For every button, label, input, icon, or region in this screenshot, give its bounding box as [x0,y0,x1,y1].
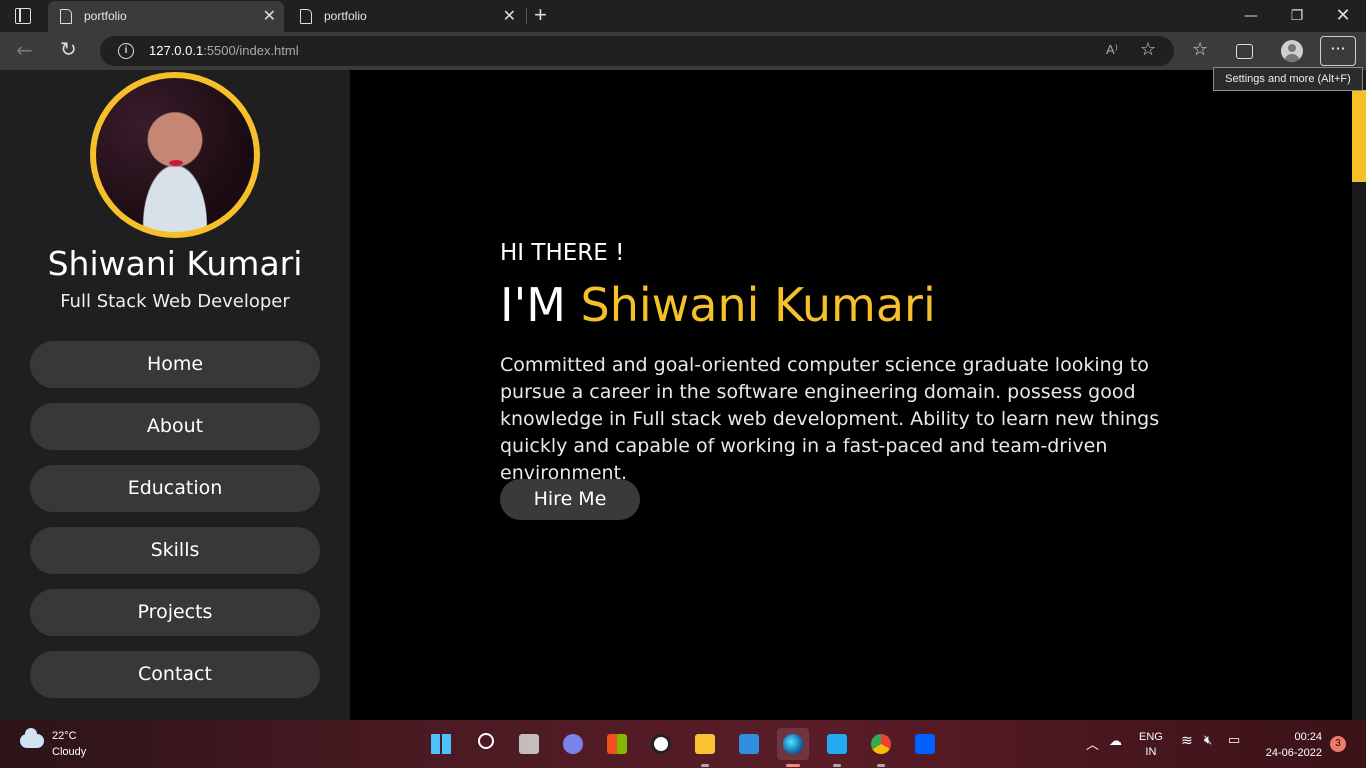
hero-name: Shiwani Kumari [580,278,936,332]
wifi-icon[interactable]: ≋ [1181,732,1193,749]
task-view-icon [519,734,539,754]
chrome-button[interactable] [865,728,897,767]
hero-greeting: HI THERE ! [500,240,625,266]
teams-chat-icon [563,734,583,754]
nav-about-button[interactable]: About [30,403,320,450]
cloud-icon[interactable] [20,728,44,748]
profile-role: Full Stack Web Developer [60,291,290,312]
settings-and-more-button[interactable]: ··· [1320,36,1356,66]
site-info-icon[interactable]: i [118,43,134,59]
restore-button[interactable]: ❐ [1274,0,1320,32]
close-tab-icon[interactable]: ✕ [263,7,276,25]
search-icon [478,733,494,749]
browser-toolbar: ← ↻ i 127.0.0.1:5500/index.html A⁾ ☆ ☆ ·… [0,32,1366,70]
hire-me-button[interactable]: Hire Me [500,479,640,520]
tab-actions-icon[interactable] [15,8,31,24]
weather-temperature[interactable]: 22°C [52,730,77,742]
url-text[interactable]: 127.0.0.1:5500/index.html [149,43,299,58]
running-indicator [877,764,885,767]
folder-icon [695,734,715,754]
add-favorite-icon[interactable]: ☆ [1140,39,1156,60]
dropbox-icon [915,734,935,754]
chrome-icon [871,734,891,754]
tab-title: portfolio [324,9,367,23]
browser-tab-strip: portfolio ✕ portfolio ✕ + — ❐ ✕ [0,0,1366,32]
read-aloud-icon[interactable]: A⁾ [1106,42,1118,58]
tab-portfolio-active[interactable]: portfolio ✕ [48,1,284,32]
profile-avatar-icon[interactable] [1281,40,1303,62]
scrollbar-thumb[interactable] [1352,90,1366,182]
clock[interactable]: 00:24 24-06-2022 [1260,729,1322,761]
dropbox-button[interactable] [909,728,941,760]
mail-icon [739,734,759,754]
notification-badge[interactable]: 3 [1330,736,1346,752]
nav-home-button[interactable]: Home [30,341,320,388]
vscode-icon [827,734,847,754]
clock-time: 00:24 [1294,731,1322,743]
vscode-button[interactable] [821,728,853,767]
hero-heading: I'M Shiwani Kumari [500,278,936,332]
taskbar: 22°C Cloudy ︿ ☁ ENG IN ≋ 🔇︎ ▭ 00:24 24-0… [0,720,1366,768]
onedrive-cloud-icon[interactable]: ☁ [1109,733,1122,749]
search-button[interactable] [469,728,501,760]
sidebar: Shiwani Kumari Full Stack Web Developer … [0,70,350,720]
settings-tooltip: Settings and more (Alt+F) [1213,67,1363,91]
address-bar[interactable]: i 127.0.0.1:5500/index.html A⁾ ☆ [100,36,1174,66]
task-view-button[interactable] [513,728,545,760]
collections-icon[interactable] [1236,44,1253,59]
github-icon [651,734,671,754]
windows-icon [431,734,451,754]
lang-region: IN [1145,746,1157,758]
store-icon [607,734,627,754]
mail-button[interactable] [733,728,765,760]
input-language[interactable]: ENG IN [1139,730,1163,760]
nav-education-button[interactable]: Education [30,465,320,512]
back-button[interactable]: ← [16,40,33,60]
tab-title: portfolio [84,9,127,23]
photo-detail [169,160,183,166]
github-button[interactable] [645,728,677,760]
speaker-muted-icon[interactable]: 🔇︎ [1204,732,1212,748]
nav-skills-button[interactable]: Skills [30,527,320,574]
new-tab-button[interactable]: + [534,4,547,26]
weather-condition[interactable]: Cloudy [52,746,86,758]
tab-separator [526,8,527,24]
profile-name: Shiwani Kumari [47,244,303,283]
refresh-button[interactable]: ↻ [60,38,77,60]
battery-icon[interactable]: ▭ [1228,732,1240,748]
lang-code: ENG [1139,731,1163,743]
nav-projects-button[interactable]: Projects [30,589,320,636]
favorites-icon[interactable]: ☆ [1192,40,1208,60]
profile-photo [90,72,260,238]
clock-date: 24-06-2022 [1265,747,1322,759]
nav-contact-button[interactable]: Contact [30,651,320,698]
file-explorer-button[interactable] [689,728,721,767]
store-button[interactable] [601,728,633,760]
show-hidden-icons-chevron-icon[interactable]: ︿ [1086,734,1099,753]
tab-portfolio[interactable]: portfolio ✕ [288,1,524,32]
running-indicator [833,764,841,767]
close-window-button[interactable]: ✕ [1320,0,1366,32]
page-icon [300,9,312,24]
page-icon [60,9,72,24]
start-button[interactable] [425,728,457,760]
running-indicator [701,764,709,767]
chat-button[interactable] [557,728,589,760]
hero-im-prefix: I'M [500,278,566,332]
close-tab-icon[interactable]: ✕ [503,7,516,25]
edge-icon [783,734,803,754]
hero-intro: Committed and goal-oriented computer sci… [500,354,1160,484]
minimize-button[interactable]: — [1228,0,1274,32]
running-indicator [786,764,800,767]
edge-button[interactable] [777,728,809,767]
